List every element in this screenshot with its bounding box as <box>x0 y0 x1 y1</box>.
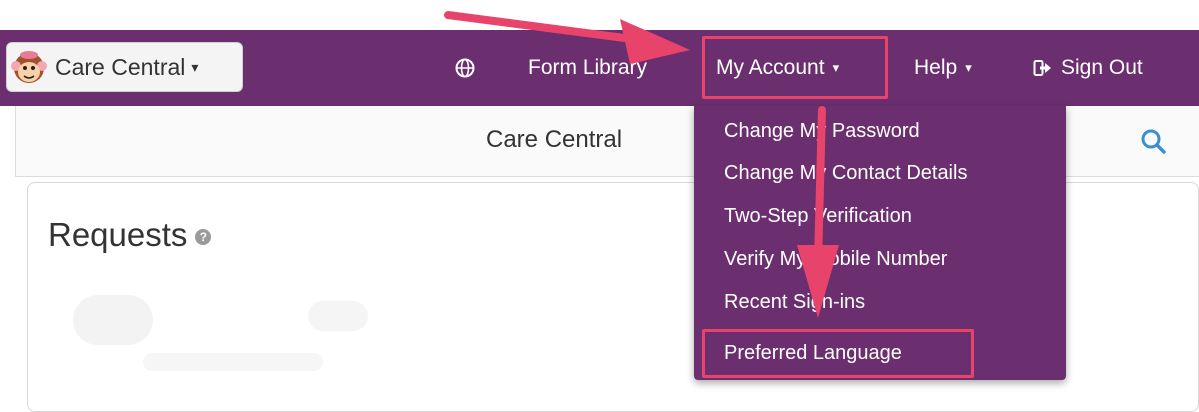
requests-title: Requests <box>48 216 188 253</box>
my-account-highlight-box <box>702 36 888 99</box>
menu-item-verify-mobile-number[interactable]: Verify My Mobile Number <box>724 248 947 271</box>
page-title: Care Central <box>486 126 623 153</box>
brand-label: Care Central <box>55 53 186 80</box>
navbar: Care Central ▾ Form Library My Account ▾… <box>0 30 1199 106</box>
nav-sign-out-label: Sign Out <box>1061 56 1143 79</box>
faded-placeholder <box>308 301 368 331</box>
brand-dropdown-button[interactable]: Care Central ▾ <box>6 42 243 92</box>
menu-item-change-contact-details[interactable]: Change My Contact Details <box>724 162 967 185</box>
sign-out-icon <box>1033 60 1051 76</box>
requests-heading: Requests? <box>48 216 212 254</box>
faded-placeholder <box>73 295 153 345</box>
chevron-down-icon: ▾ <box>965 60 972 75</box>
nav-form-library-label: Form Library <box>528 56 648 79</box>
search-icon[interactable] <box>1140 128 1166 154</box>
menu-item-change-password[interactable]: Change My Password <box>724 120 920 143</box>
chevron-down-icon: ▾ <box>191 58 199 75</box>
nav-help-label: Help <box>914 56 958 79</box>
question-circle-icon[interactable]: ? <box>195 229 212 246</box>
nav-sign-out[interactable]: Sign Out <box>1033 30 1143 106</box>
menu-item-two-step-verification[interactable]: Two-Step Verification <box>724 205 912 228</box>
top-strip <box>0 0 1199 30</box>
menu-item-recent-sign-ins[interactable]: Recent Sign-ins <box>724 291 865 314</box>
language-globe-button[interactable] <box>455 30 475 106</box>
monkey-logo-icon <box>11 51 47 83</box>
nav-help[interactable]: Help ▾ <box>914 30 972 106</box>
preferred-language-highlight-box <box>702 329 974 378</box>
faded-placeholder <box>143 353 323 371</box>
globe-icon <box>455 58 475 78</box>
nav-form-library[interactable]: Form Library <box>528 30 647 106</box>
